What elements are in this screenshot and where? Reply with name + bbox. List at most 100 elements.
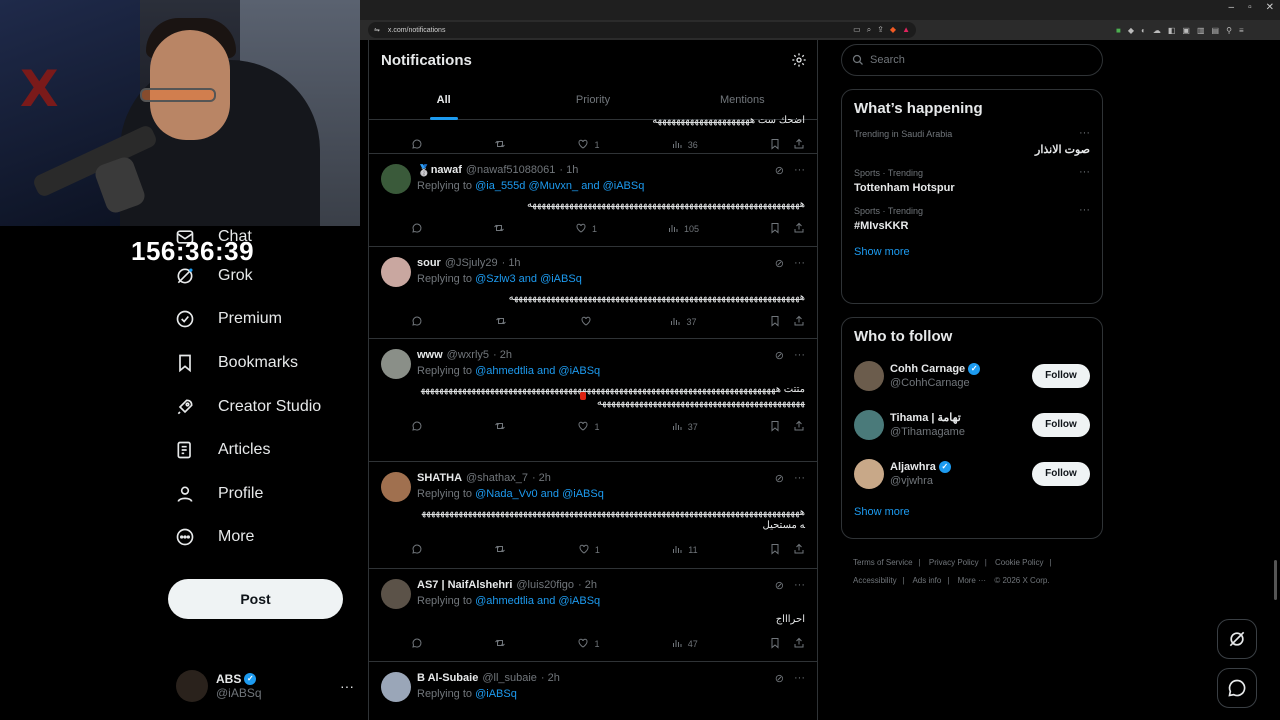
reply-button[interactable]: [411, 543, 423, 557]
more-options-icon[interactable]: ···: [340, 678, 354, 694]
site-info-icon[interactable]: ⇋: [374, 26, 380, 34]
author-name[interactable]: B Al-Subaie: [417, 672, 478, 684]
close-button[interactable]: ✕: [1266, 2, 1274, 13]
nav-item-creator-studio[interactable]: Creator Studio: [168, 385, 358, 429]
more-options-icon[interactable]: ···: [794, 579, 805, 592]
vpn-icon[interactable]: ⚲: [1226, 26, 1232, 35]
bookmark-button[interactable]: [769, 315, 781, 329]
follow-suggestion[interactable]: Tihama | تهامة @Tihamagame Follow: [842, 400, 1102, 449]
brave-rewards-icon[interactable]: ▲: [902, 25, 910, 35]
sidebar-icon[interactable]: ▥: [1197, 26, 1205, 35]
mention-links[interactable]: @ia_555d @Muvxn_ and @iABSq: [475, 180, 644, 192]
page-scrollbar[interactable]: [1274, 560, 1277, 600]
grok-icon[interactable]: ⊘: [775, 164, 784, 177]
author-handle[interactable]: @nawaf51088061: [466, 164, 555, 176]
extension-icon[interactable]: ◐: [1141, 26, 1146, 35]
mention-links[interactable]: @Szlw3 and @iABSq: [475, 273, 582, 285]
tweet-time[interactable]: · 1h: [502, 257, 521, 269]
nav-item-articles[interactable]: Articles: [168, 428, 358, 472]
footer-link-accessibility[interactable]: Accessibility: [853, 576, 897, 585]
author-name[interactable]: www: [417, 349, 443, 361]
nav-item-more[interactable]: More: [168, 516, 358, 560]
footer-link-ads[interactable]: Ads info: [912, 576, 941, 585]
tweet-time[interactable]: · 2h: [541, 672, 560, 684]
cast-icon[interactable]: ▭: [853, 25, 861, 35]
notification-tweet[interactable]: SHATHA @shathax_7 · 2h ⊘ ··· Replying to…: [369, 462, 817, 569]
avatar[interactable]: [381, 472, 411, 502]
bookmark-button[interactable]: [769, 138, 781, 152]
reply-button[interactable]: [411, 637, 423, 651]
author-name[interactable]: AS7 | NaifAlshehri: [417, 579, 512, 591]
nav-item-premium[interactable]: Premium: [168, 298, 358, 342]
repost-button[interactable]: [494, 420, 506, 434]
author-handle[interactable]: @luis20figo: [516, 579, 574, 591]
follow-suggestion[interactable]: Aljawhra ✓ @vjwhra Follow: [842, 449, 1102, 498]
show-more-link[interactable]: Show more: [842, 238, 1102, 270]
share-icon[interactable]: ⇪: [877, 25, 884, 35]
footer-link-more[interactable]: More ···: [958, 576, 986, 585]
search-input[interactable]: Search: [841, 44, 1103, 76]
follow-button[interactable]: Follow: [1032, 412, 1090, 437]
footer-link-cookie[interactable]: Cookie Policy: [995, 558, 1043, 567]
trend-item[interactable]: Sports · Trending #MIvsKKR ···: [842, 200, 1102, 238]
like-button[interactable]: 1: [577, 138, 599, 152]
reply-button[interactable]: [411, 222, 423, 236]
more-options-icon[interactable]: ···: [794, 349, 805, 362]
views-button[interactable]: 47: [671, 637, 698, 651]
extension-icon[interactable]: ◧: [1168, 26, 1176, 35]
tweet-time[interactable]: · 2h: [532, 472, 551, 484]
bookmark-button[interactable]: [769, 637, 781, 651]
minimize-button[interactable]: –: [1229, 2, 1235, 13]
views-button[interactable]: 37: [669, 315, 696, 329]
url-text[interactable]: x.com/notifications: [388, 27, 845, 34]
tweet-time[interactable]: · 2h: [578, 579, 597, 591]
account-switcher[interactable]: ABS ✓ @iABSq ···: [176, 668, 358, 704]
bookmark-button[interactable]: [769, 420, 781, 434]
repost-button[interactable]: [494, 543, 506, 557]
avatar[interactable]: [854, 458, 884, 489]
share-button[interactable]: [793, 222, 805, 236]
extension-icon[interactable]: ☁: [1153, 26, 1161, 35]
share-button[interactable]: [793, 420, 805, 434]
more-options-icon[interactable]: ···: [794, 257, 805, 270]
mention-links[interactable]: @iABSq: [475, 688, 517, 700]
author-name[interactable]: sour: [417, 257, 441, 269]
reply-button[interactable]: [411, 138, 423, 152]
share-button[interactable]: [793, 138, 805, 152]
author-name[interactable]: SHATHA: [417, 472, 462, 484]
avatar[interactable]: [381, 672, 411, 702]
grok-icon[interactable]: ⊘: [775, 672, 784, 685]
author-handle[interactable]: @wxrly5: [447, 349, 489, 361]
views-button[interactable]: 36: [671, 138, 698, 152]
avatar[interactable]: [381, 164, 411, 194]
avatar[interactable]: [854, 360, 884, 391]
wallet-icon[interactable]: ▤: [1212, 26, 1220, 35]
notification-tweet[interactable]: AS7 | NaifAlshehri @luis20figo · 2h ⊘ ··…: [369, 569, 817, 662]
more-options-icon[interactable]: ···: [1079, 166, 1090, 178]
mention-links[interactable]: @ahmedtlia and @iABSq: [475, 595, 600, 607]
avatar[interactable]: [381, 579, 411, 609]
tweet-time[interactable]: · 2h: [493, 349, 512, 361]
notification-tweet[interactable]: B Al-Subaie @ll_subaie · 2h ⊘ ··· Replyi…: [369, 662, 817, 720]
avatar[interactable]: [854, 409, 884, 440]
share-button[interactable]: [793, 637, 805, 651]
like-button[interactable]: 1: [575, 222, 597, 236]
more-options-icon[interactable]: ···: [1079, 127, 1090, 139]
avatar[interactable]: [381, 257, 411, 287]
repost-button[interactable]: [494, 637, 506, 651]
notification-tweet[interactable]: sour @JSjuly29 · 1h ⊘ ··· Replying to @S…: [369, 247, 817, 339]
brave-shield-icon[interactable]: ◆: [890, 25, 896, 35]
views-button[interactable]: 105: [667, 222, 699, 236]
views-button[interactable]: 37: [671, 420, 698, 434]
like-button[interactable]: 1: [578, 543, 600, 557]
author-handle[interactable]: @JSjuly29: [445, 257, 498, 269]
notification-tweet[interactable]: www @wxrly5 · 2h ⊘ ··· Replying to @ahme…: [369, 339, 817, 462]
bookmark-button[interactable]: [769, 543, 781, 557]
extension-icon[interactable]: ◆: [1128, 26, 1134, 35]
grok-icon[interactable]: ⊘: [775, 257, 784, 270]
more-options-icon[interactable]: ···: [1079, 204, 1090, 216]
mention-links[interactable]: @Nada_Vv0 and @iABSq: [475, 488, 604, 500]
like-button[interactable]: [580, 315, 597, 329]
address-bar[interactable]: ⇋ x.com/notifications ▭ ⌕ ⇪ ◆ ▲: [368, 22, 916, 38]
nav-item-profile[interactable]: Profile: [168, 472, 358, 516]
